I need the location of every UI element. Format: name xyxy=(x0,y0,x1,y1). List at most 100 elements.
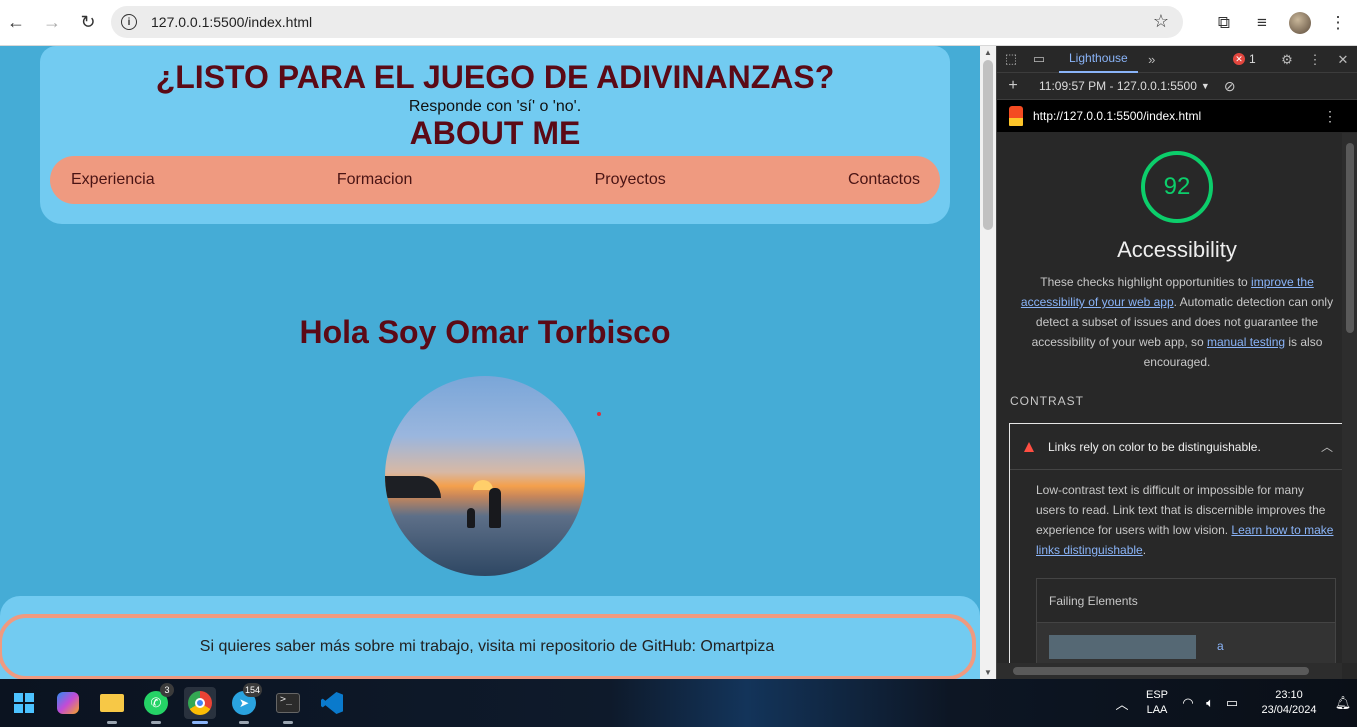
cursor-dot xyxy=(597,412,601,416)
error-icon: ✕ xyxy=(1233,53,1245,65)
copilot-app[interactable] xyxy=(52,687,84,719)
site-info-icon[interactable]: i xyxy=(121,14,137,30)
start-button[interactable] xyxy=(8,687,40,719)
profile-button[interactable] xyxy=(1281,12,1319,34)
audit-header[interactable]: Links rely on color to be distinguishabl… xyxy=(1010,424,1342,470)
failing-elements-header: Failing Elements xyxy=(1037,579,1335,623)
failing-element-row[interactable]: a xyxy=(1037,623,1335,663)
header-card: ¿LISTO PARA EL JUEGO DE ADIVINANZAS? Res… xyxy=(40,46,950,224)
folder-icon xyxy=(100,694,124,712)
element-node[interactable]: a xyxy=(1217,639,1224,653)
language-code: ESP xyxy=(1145,689,1168,701)
clock[interactable]: 23:10 23/04/2024 xyxy=(1249,688,1329,718)
lighthouse-report: 92 Accessibility These checks highlight … xyxy=(997,133,1342,663)
windows-logo-icon xyxy=(14,693,34,713)
chevron-up-icon[interactable]: ︿ xyxy=(1321,438,1333,455)
score-value: 92 xyxy=(1163,173,1191,200)
clear-reports-icon[interactable]: ⊘ xyxy=(1224,78,1236,95)
page-viewport: ¿LISTO PARA EL JUEGO DE ADIVINANZAS? Res… xyxy=(0,46,980,679)
language-indicator[interactable]: ESP LAA xyxy=(1137,688,1177,718)
settings-gear-icon[interactable]: ⚙ xyxy=(1273,52,1301,68)
device-toolbar-icon[interactable]: ▭ xyxy=(1025,51,1053,67)
report-menu-icon[interactable]: ⋮ xyxy=(1323,108,1337,125)
report-selector[interactable]: 11:09:57 PM - 127.0.0.1:5500 xyxy=(1039,79,1197,93)
inspect-element-icon[interactable]: ⬚ xyxy=(997,51,1025,67)
running-indicator xyxy=(107,721,117,724)
devtools-hscroll-thumb[interactable] xyxy=(1013,667,1309,675)
score-gauge[interactable]: 92 xyxy=(1141,151,1213,223)
vscode-app[interactable] xyxy=(316,687,348,719)
chevron-down-icon[interactable]: ▼ xyxy=(1201,81,1210,91)
running-indicator xyxy=(283,721,293,724)
back-icon[interactable]: ← xyxy=(0,5,34,41)
devtools-scroll-thumb[interactable] xyxy=(1346,143,1354,333)
terminal-app[interactable]: >_ xyxy=(272,687,304,724)
close-icon[interactable]: ✕ xyxy=(1329,52,1357,68)
terminal-icon: >_ xyxy=(276,693,300,713)
scroll-down-icon[interactable]: ▼ xyxy=(984,668,992,677)
telegram-app[interactable]: ➤ 154 xyxy=(228,683,262,724)
file-explorer-app[interactable] xyxy=(96,687,128,724)
nav-link-proyectos[interactable]: Proyectos xyxy=(595,171,666,189)
page-scroll-thumb[interactable] xyxy=(983,60,993,230)
media-control-icon[interactable]: ≡ xyxy=(1243,13,1281,33)
category-description: These checks highlight opportunities to … xyxy=(1017,272,1337,372)
page-subtitle: Responde con 'sí' o 'no'. xyxy=(408,98,582,115)
audit-description: Low-contrast text is difficult or imposs… xyxy=(1010,470,1342,560)
photo-person-adult xyxy=(489,488,501,528)
devtools-menu-icon[interactable]: ⋮ xyxy=(1301,52,1329,68)
devtools-tabbar: ⬚ ▭ Lighthouse » ✕ 1 ⚙ ⋮ ✕ xyxy=(997,46,1357,73)
nav-link-formacion[interactable]: Formacion xyxy=(337,171,413,189)
devtools-panel: ⬚ ▭ Lighthouse » ✕ 1 ⚙ ⋮ ✕ + 11:09:57 PM… xyxy=(996,46,1357,679)
add-report-icon[interactable]: + xyxy=(997,77,1029,95)
audit-desc-period: . xyxy=(1142,543,1147,557)
devtools-hscrollbar[interactable] xyxy=(997,663,1342,679)
forward-icon[interactable]: → xyxy=(34,5,70,41)
clock-date: 23/04/2024 xyxy=(1261,704,1317,716)
lighthouse-toolbar: + 11:09:57 PM - 127.0.0.1:5500 ▼ ⊘ xyxy=(997,73,1357,100)
telegram-badge: 154 xyxy=(242,683,262,697)
fail-warning-icon xyxy=(1024,441,1034,452)
page-title: ¿LISTO PARA EL JUEGO DE ADIVINANZAS? xyxy=(155,59,835,95)
chrome-icon xyxy=(188,691,212,715)
main-nav: Experiencia Formacion Proyectos Contacto… xyxy=(50,156,940,204)
reload-icon[interactable]: ↻ xyxy=(70,5,106,41)
whatsapp-app[interactable]: ✆ 3 xyxy=(140,683,174,724)
system-tray: ︿ ESP LAA ◠ 🔈︎ ▭ 23:10 23/04/2024 🔔︎ xyxy=(1107,679,1357,727)
extensions-icon[interactable]: ⧉ xyxy=(1205,13,1243,33)
report-url: http://127.0.0.1:5500/index.html xyxy=(1033,109,1202,123)
nav-link-contactos[interactable]: Contactos xyxy=(848,171,920,189)
desc-text-1: These checks highlight opportunities to xyxy=(1040,275,1252,289)
volume-icon[interactable]: 🔈︎ xyxy=(1199,695,1221,711)
wifi-icon[interactable]: ◠ xyxy=(1177,695,1199,711)
manual-testing-link[interactable]: manual testing xyxy=(1207,335,1285,349)
show-hidden-icons-icon[interactable]: ︿ xyxy=(1107,694,1137,713)
menu-kebab-icon[interactable]: ⋮ xyxy=(1319,13,1357,33)
vscode-icon xyxy=(321,692,343,714)
error-counter[interactable]: ✕ 1 xyxy=(1233,52,1256,66)
browser-toolbar: ← → ↻ i 127.0.0.1:5500/index.html ☆ ⧉ ≡ … xyxy=(0,0,1357,46)
failing-elements-table: Failing Elements a xyxy=(1036,578,1336,663)
battery-icon[interactable]: ▭ xyxy=(1221,695,1243,711)
hero-title: Hola Soy Omar Torbisco xyxy=(299,314,671,350)
report-url-bar: http://127.0.0.1:5500/index.html ⋮ xyxy=(997,100,1357,132)
element-screenshot xyxy=(1049,635,1196,659)
devtools-vscrollbar[interactable] xyxy=(1342,133,1357,663)
error-count: 1 xyxy=(1249,52,1256,66)
lighthouse-logo-icon xyxy=(1009,106,1023,126)
bookmark-star-icon[interactable]: ☆ xyxy=(1153,11,1169,32)
category-title: Accessibility xyxy=(1117,237,1237,262)
about-heading: ABOUT ME xyxy=(409,115,581,151)
notifications-bell-icon[interactable]: 🔔︎ xyxy=(1329,695,1357,711)
address-bar[interactable]: i 127.0.0.1:5500/index.html ☆ xyxy=(111,6,1183,38)
windows-taskbar: ✆ 3 ➤ 154 >_ ︿ ESP LAA ◠ 🔈︎ ▭ 23:10 23/0… xyxy=(0,679,1357,727)
scroll-up-icon[interactable]: ▲ xyxy=(984,48,992,57)
tab-lighthouse[interactable]: Lighthouse xyxy=(1059,46,1138,73)
photo-land xyxy=(385,476,441,498)
nav-link-experiencia[interactable]: Experiencia xyxy=(71,171,155,189)
more-tabs-icon[interactable]: » xyxy=(1138,52,1166,67)
copilot-icon xyxy=(57,692,79,714)
page-scrollbar[interactable]: ▲ ▼ xyxy=(980,46,996,679)
chrome-app[interactable] xyxy=(184,687,216,724)
photo-person-child xyxy=(467,508,475,528)
